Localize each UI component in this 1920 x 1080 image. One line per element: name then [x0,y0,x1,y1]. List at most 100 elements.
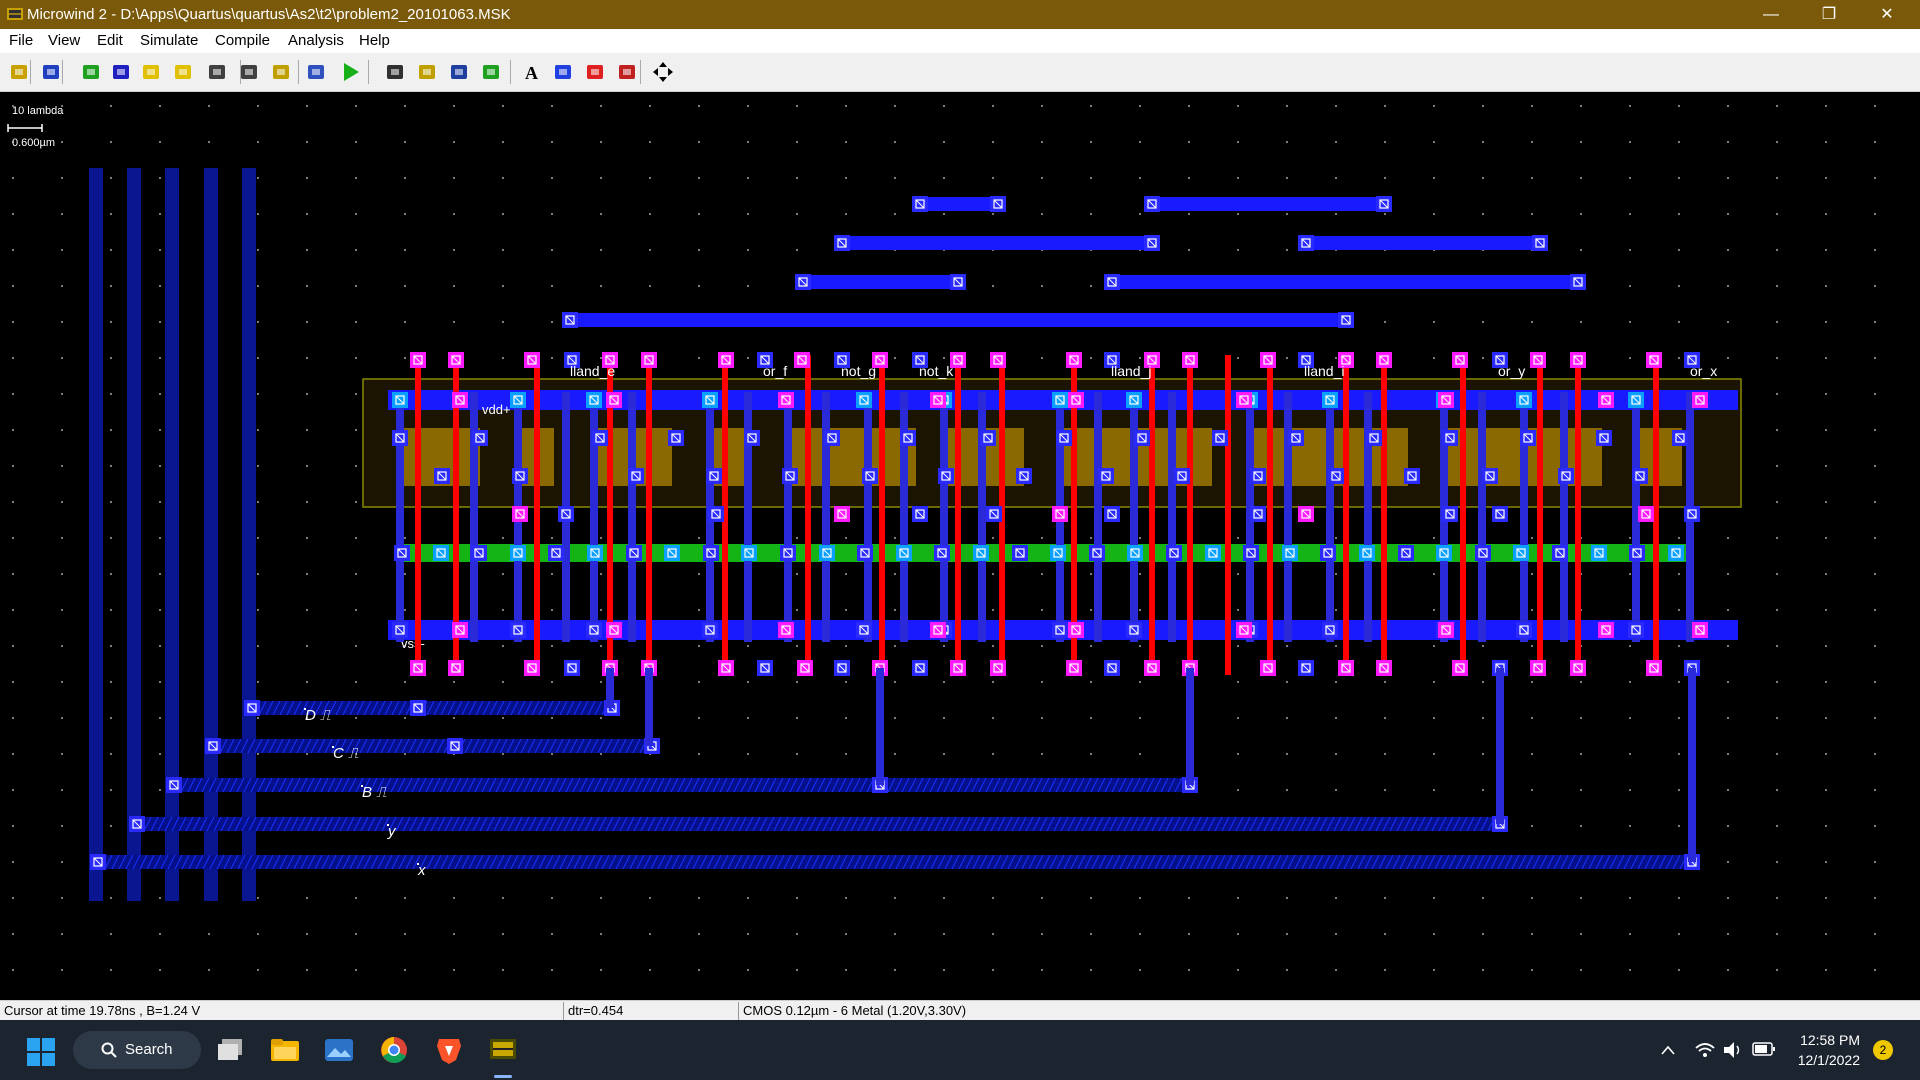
layer-icon[interactable] [110,61,132,83]
grid-dot [355,609,357,611]
grid-dot [306,969,308,971]
chrome-icon[interactable] [380,1036,408,1064]
grid-dot [551,897,553,899]
zoom-in-icon[interactable] [206,61,228,83]
run-simulation-icon[interactable] [340,61,362,83]
grid-dot [61,465,63,467]
menu-analysis[interactable]: Analysis [288,32,344,49]
menu-edit[interactable]: Edit [97,32,123,49]
edit-icon[interactable] [80,61,102,83]
grid-dot [1727,897,1729,899]
grid-dot [306,897,308,899]
grid-dot [1286,141,1288,143]
grid-dot [894,141,896,143]
grid-dot [404,357,406,359]
grid-dot [1678,105,1680,107]
grid-dot [1482,897,1484,899]
grid-dot [1433,681,1435,683]
menu-help[interactable]: Help [359,32,390,49]
open-file-icon[interactable] [8,61,30,83]
close-button[interactable]: ✕ [1864,0,1910,29]
cell-label-not_g: not_g [841,363,876,379]
grid-dot [551,573,553,575]
windows-start-icon[interactable] [27,1038,55,1066]
cross-section-icon[interactable] [552,61,574,83]
vss-label: vss- [401,636,425,651]
grid-dot [698,609,700,611]
grid-dot [1825,717,1827,719]
grid-dot [1335,573,1337,575]
app-icon [7,8,23,20]
grid-dot [306,609,308,611]
grid-dot [1825,681,1827,683]
grid-dot [404,609,406,611]
menu-compile[interactable]: Compile [215,32,270,49]
grid-dot [551,285,553,287]
grid-dot [1727,609,1729,611]
cell-label-or_x: or_x [1690,363,1717,379]
menu-view[interactable]: View [48,32,80,49]
brave-icon[interactable] [436,1036,462,1064]
grid-dot [600,537,602,539]
zoom-all-icon[interactable] [270,61,292,83]
microwind-taskbar-icon[interactable] [488,1034,518,1064]
grid-dot [208,141,210,143]
volume-icon[interactable] [1722,1040,1744,1060]
zoom-out-icon[interactable] [238,61,260,83]
grid-dot [1188,933,1190,935]
layout-canvas[interactable]: 10 lambda 0.600µm D ⎍ C ⎍ B ⎍ y x vdd+ vss-lland… [0,92,1920,1000]
menu-file[interactable]: File [9,32,33,49]
grid-dot [1286,789,1288,791]
grid-dot [1188,897,1190,899]
notification-badge[interactable]: 2 [1873,1040,1893,1060]
poly-gate-17 [1460,355,1466,675]
mos-icon[interactable] [416,61,438,83]
grid-dot [1678,897,1680,899]
grid-dot [845,933,847,935]
file-explorer-icon[interactable] [270,1037,300,1063]
menu-simulate[interactable]: Simulate [140,32,198,49]
wifi-icon[interactable] [1694,1040,1716,1060]
maximize-button[interactable]: ❐ [1806,0,1852,29]
grid-dot [1874,465,1876,467]
task-view-icon[interactable] [216,1037,244,1063]
grid-dot [747,681,749,683]
navigate-icon[interactable] [652,61,674,83]
3d-view-icon[interactable] [448,61,470,83]
distance-icon[interactable] [384,61,406,83]
grid-dot [61,861,63,863]
minimize-button[interactable]: — [1748,0,1794,29]
grid-dot [943,717,945,719]
grid-dot [894,897,896,899]
photos-icon[interactable] [324,1037,354,1063]
grid-dot [1629,717,1631,719]
routing-bus-5 [1112,275,1578,289]
metal-strap-4 [590,392,598,642]
grid-dot [502,285,504,287]
copy-icon[interactable] [140,61,162,83]
connect-icon[interactable] [305,61,327,83]
curve-icon[interactable] [584,61,606,83]
metal-strap-16 [1130,392,1138,642]
chevron-up-icon[interactable] [1660,1044,1676,1056]
grid-dot [1433,537,1435,539]
layout-drawing[interactable]: 10 lambda0.600µmD ⎍C ⎍B ⎍yxvdd+vss-lland… [0,92,1920,1000]
battery-icon[interactable] [1752,1042,1776,1056]
palette-icon[interactable] [616,61,638,83]
grid-dot [306,537,308,539]
text-icon[interactable]: A [520,61,542,83]
grid-dot [649,105,651,107]
input-bus-0 [89,168,103,901]
clock[interactable]: 12:58 PM 12/1/2022 [1798,1030,1860,1070]
chip-icon[interactable] [480,61,502,83]
taskbar-search[interactable]: Search [73,1031,201,1069]
grid-dot [404,249,406,251]
grid-dot [551,645,553,647]
move-icon[interactable] [172,61,194,83]
save-icon[interactable] [40,61,62,83]
grid-dot [1776,969,1778,971]
metal-strap-21 [1364,392,1372,642]
grid-dot [159,573,161,575]
grid-dot [992,537,994,539]
cell-label-not_k: not_k [919,363,954,379]
